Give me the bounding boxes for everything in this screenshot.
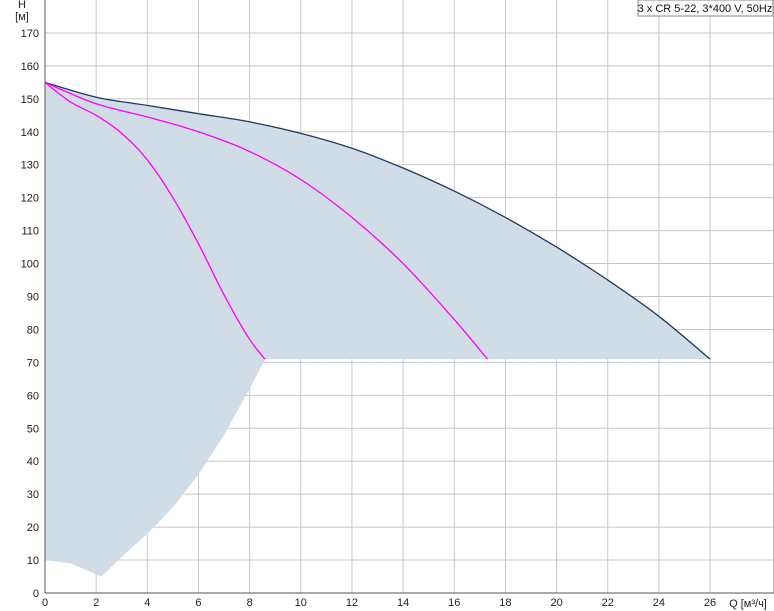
y-tick-label: 40 [27, 456, 39, 468]
x-tick-label: 8 [247, 597, 253, 609]
legend: 3 x CR 5-22, 3*400 V, 50Hz [637, 0, 774, 17]
x-tick-label: 10 [295, 597, 307, 609]
pump-performance-chart: 0 2 4 6 8 10 12 14 16 18 20 22 24 2601020304050607080… [15, 0, 774, 610]
y-tick-label: 70 [27, 357, 39, 369]
y-tick-label: 10 [27, 555, 39, 567]
y-axis-unit: [м] [15, 11, 29, 23]
y-tick-label: 20 [27, 522, 39, 534]
x-tick-label: 26 [704, 597, 716, 609]
y-tick-label: 100 [21, 259, 39, 271]
y-tick-label: 60 [27, 390, 39, 402]
x-tick-label: 18 [499, 597, 511, 609]
legend-label: 3 x CR 5-22, 3*400 V, 50Hz [638, 3, 773, 15]
y-tick-label: 150 [21, 94, 39, 106]
x-tick-label: 22 [602, 597, 614, 609]
x-tick-label: 24 [653, 597, 665, 609]
y-tick-label: 160 [21, 61, 39, 73]
y-tick-label: 110 [21, 226, 39, 238]
y-tick-label: 30 [27, 489, 39, 501]
y-tick-label: 140 [21, 127, 39, 139]
x-tick-label: 2 [93, 597, 99, 609]
x-axis-title: Q [м³/ч] [729, 598, 767, 610]
y-tick-label: 0 [33, 588, 39, 600]
y-tick-label: 90 [27, 292, 39, 304]
y-axis-title: H [18, 0, 26, 11]
x-tick-label: 0 [42, 597, 48, 609]
y-tick-label: 120 [21, 193, 39, 205]
y-tick-label: 50 [27, 423, 39, 435]
x-tick-label: 16 [448, 597, 460, 609]
x-tick-label: 14 [397, 597, 409, 609]
y-tick-label: 170 [21, 28, 39, 40]
y-tick-label: 130 [21, 160, 39, 172]
x-tick-label: 6 [195, 597, 201, 609]
x-tick-label: 12 [346, 597, 358, 609]
y-tick-label: 80 [27, 324, 39, 336]
x-tick-label: 20 [550, 597, 562, 609]
x-tick-label: 4 [144, 597, 150, 609]
